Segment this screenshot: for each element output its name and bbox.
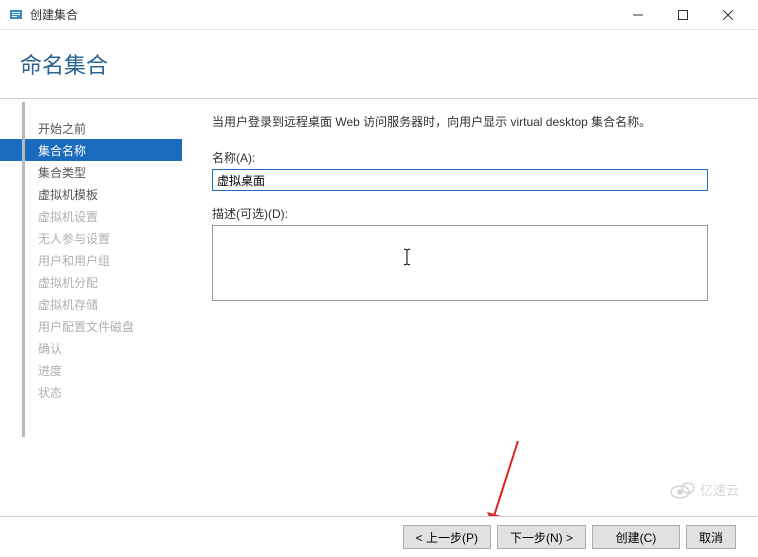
name-field-group: 名称(A): bbox=[212, 149, 728, 191]
window-controls bbox=[615, 1, 750, 29]
sidebar-step-3[interactable]: 虚拟机模板 bbox=[0, 183, 182, 205]
cancel-button[interactable]: 取消 bbox=[686, 525, 736, 549]
minimize-button[interactable] bbox=[615, 1, 660, 29]
sidebar-step-6: 用户和用户组 bbox=[0, 249, 182, 271]
sidebar-step-0[interactable]: 开始之前 bbox=[0, 117, 182, 139]
instruction-text: 当用户登录到远程桌面 Web 访问服务器时，向用户显示 virtual desk… bbox=[212, 113, 728, 131]
wizard-steps-sidebar: 开始之前集合名称集合类型虚拟机模板虚拟机设置无人参与设置用户和用户组虚拟机分配虚… bbox=[0, 113, 182, 521]
sidebar-step-2[interactable]: 集合类型 bbox=[0, 161, 182, 183]
maximize-button[interactable] bbox=[660, 1, 705, 29]
titlebar: 创建集合 bbox=[0, 0, 758, 30]
wizard-main-panel: 当用户登录到远程桌面 Web 访问服务器时，向用户显示 virtual desk… bbox=[182, 113, 758, 521]
page-title: 命名集合 bbox=[20, 48, 738, 80]
wizard-body: 开始之前集合名称集合类型虚拟机模板虚拟机设置无人参与设置用户和用户组虚拟机分配虚… bbox=[0, 99, 758, 521]
description-label: 描述(可选)(D): bbox=[212, 205, 728, 222]
wizard-header: 命名集合 bbox=[0, 30, 758, 90]
sidebar-step-12: 状态 bbox=[0, 381, 182, 403]
description-field-group: 描述(可选)(D): bbox=[212, 205, 728, 304]
sidebar-step-9: 用户配置文件磁盘 bbox=[0, 315, 182, 337]
next-button[interactable]: 下一步(N) > bbox=[497, 525, 586, 549]
sidebar-step-10: 确认 bbox=[0, 337, 182, 359]
create-button[interactable]: 创建(C) bbox=[592, 525, 680, 549]
name-label: 名称(A): bbox=[212, 149, 728, 166]
sidebar-step-5: 无人参与设置 bbox=[0, 227, 182, 249]
collection-name-input[interactable] bbox=[212, 169, 708, 191]
sidebar-step-8: 虚拟机存储 bbox=[0, 293, 182, 315]
close-button[interactable] bbox=[705, 1, 750, 29]
wizard-footer: < 上一步(P) 下一步(N) > 创建(C) 取消 bbox=[0, 516, 758, 549]
sidebar-step-4: 虚拟机设置 bbox=[0, 205, 182, 227]
sidebar-accent-bar bbox=[22, 102, 25, 437]
window-title: 创建集合 bbox=[30, 6, 78, 23]
sidebar-step-1[interactable]: 集合名称 bbox=[0, 139, 182, 161]
sidebar-step-7: 虚拟机分配 bbox=[0, 271, 182, 293]
app-icon bbox=[8, 7, 24, 23]
previous-button[interactable]: < 上一步(P) bbox=[403, 525, 491, 549]
description-input[interactable] bbox=[212, 225, 708, 301]
sidebar-step-11: 进度 bbox=[0, 359, 182, 381]
